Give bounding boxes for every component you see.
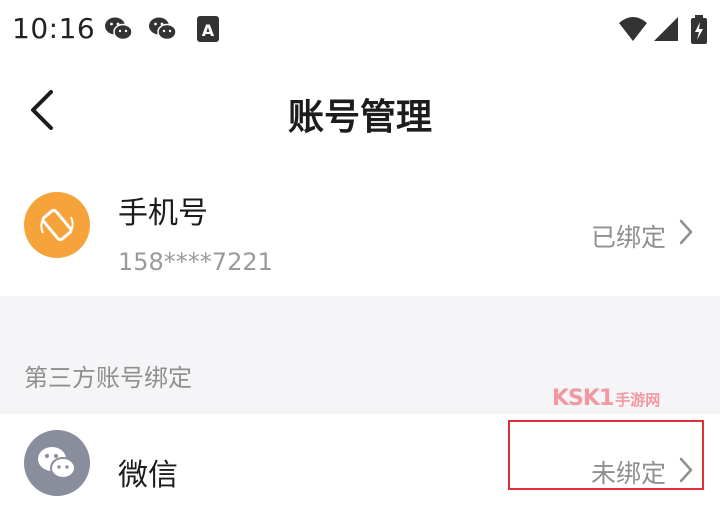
wifi-icon (618, 15, 648, 47)
nav-bar: 账号管理 (0, 62, 720, 166)
phone-binding-row[interactable]: 手机号 158****7221 已绑定 (0, 166, 720, 296)
phone-status: 已绑定 (590, 223, 666, 252)
watermark-logo: KSK1 手游网 (552, 386, 661, 411)
wechat-icon (104, 15, 134, 47)
svg-text:A: A (202, 21, 215, 40)
chevron-right-icon (678, 218, 694, 250)
wechat-icon (24, 430, 90, 496)
phone-label: 手机号 (118, 196, 208, 231)
text-a-icon: A (196, 15, 220, 47)
status-time: 10:16 (12, 12, 96, 45)
phone-number: 158****7221 (118, 248, 273, 276)
signal-icon (652, 15, 680, 47)
battery-charging-icon (690, 15, 708, 49)
wechat-label: 微信 (118, 458, 178, 493)
section-header: 第三方账号绑定 (24, 364, 192, 392)
highlight-box (508, 420, 704, 490)
wechat-icon (148, 15, 178, 47)
page-title: 账号管理 (287, 97, 432, 138)
phone-rotate-icon (24, 192, 90, 258)
status-bar: 10:16 A (0, 0, 720, 62)
